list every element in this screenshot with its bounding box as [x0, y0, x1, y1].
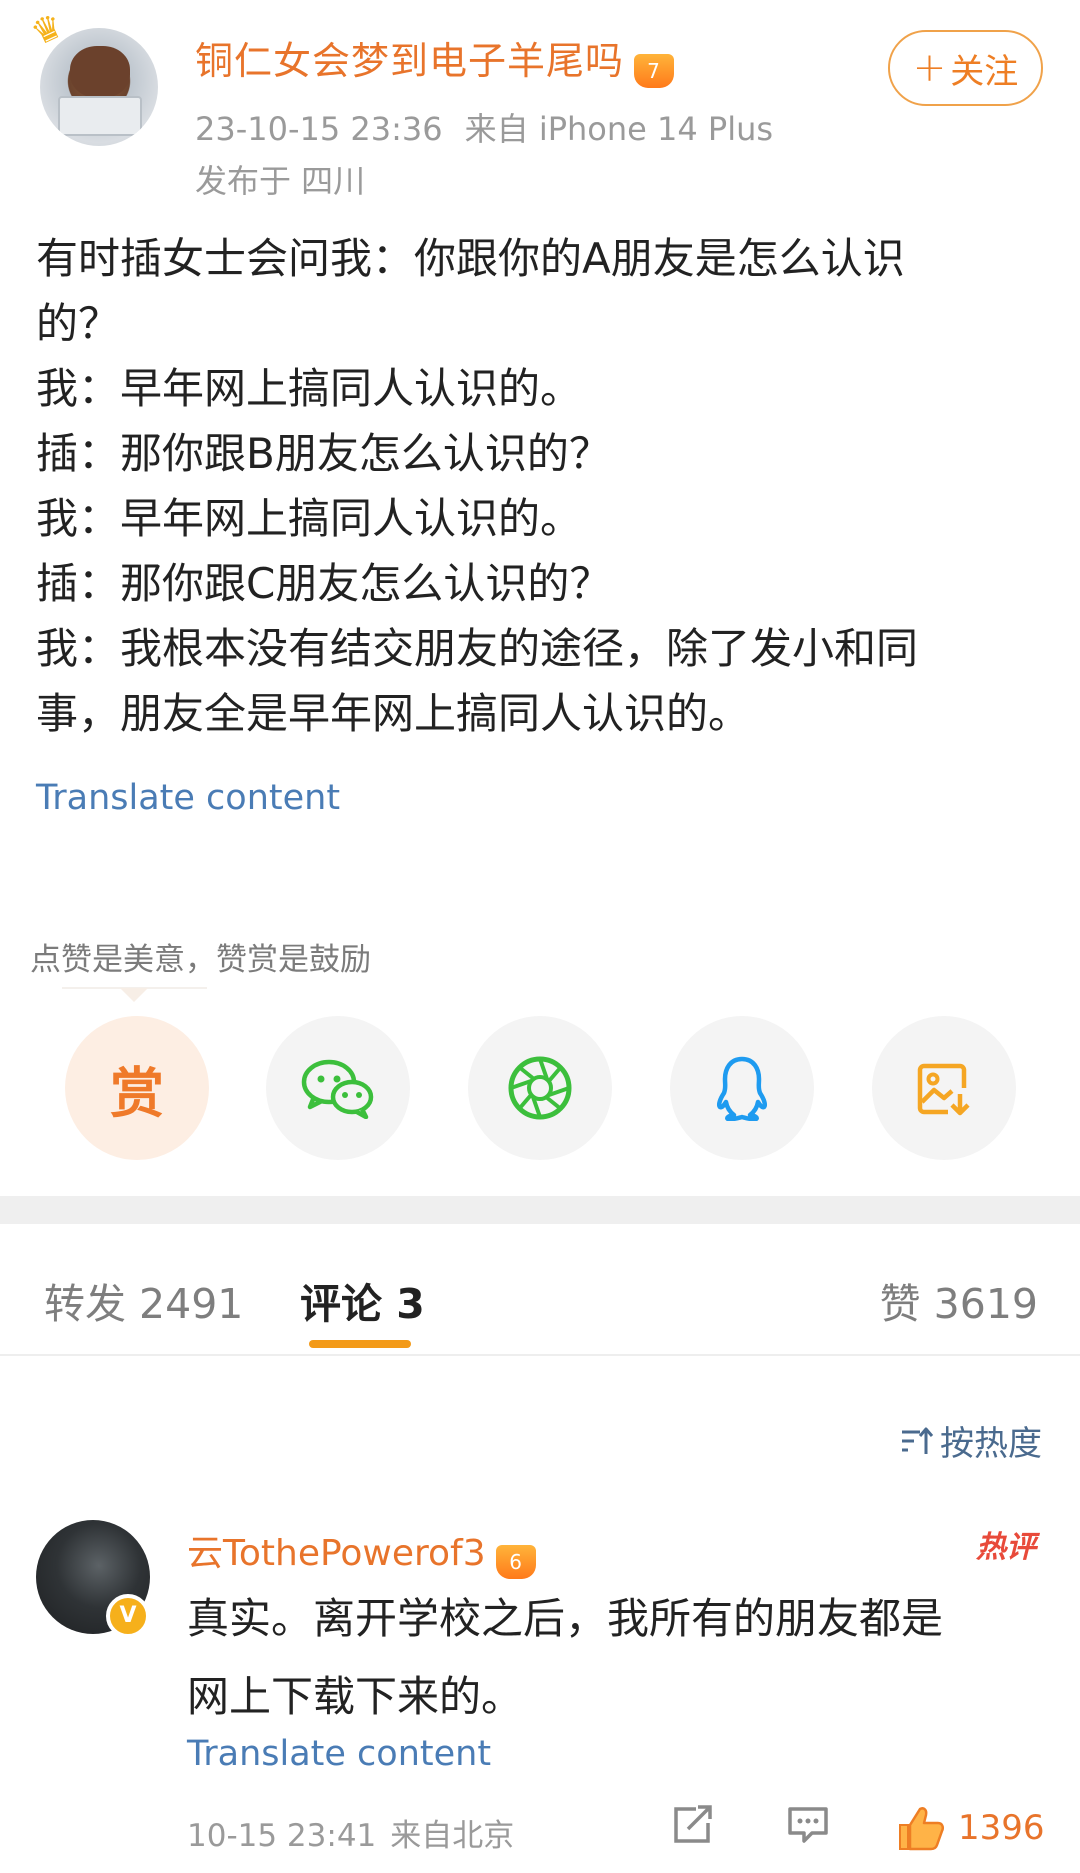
comment-time: 10-15 23:41: [187, 1818, 377, 1854]
reward-label: 赏: [110, 1061, 164, 1125]
wechat-icon: [301, 1059, 374, 1119]
post-line: 我：早年网上搞同人认识的。: [36, 494, 583, 543]
comment-share-button[interactable]: [672, 1805, 714, 1845]
hint-arrow-icon: [120, 988, 148, 1002]
save-image-button[interactable]: [872, 1016, 1016, 1160]
vip-badge-icon: 6: [495, 1545, 536, 1579]
comment-like-button[interactable]: 1396: [896, 1805, 1045, 1851]
share-icon: [674, 1805, 712, 1843]
share-moments-button[interactable]: [468, 1016, 612, 1160]
post-header: ♛ 铜仁女会梦到电子羊尾吗 7 23-10-15 23:36 来自 iPhone 1…: [0, 0, 1080, 200]
verified-badge-icon: V: [106, 1594, 150, 1638]
qq-icon: [716, 1056, 768, 1121]
translate-link[interactable]: Translate content: [36, 778, 340, 818]
active-tab-indicator: [309, 1340, 411, 1348]
author-name-text[interactable]: 铜仁女会梦到电子羊尾吗: [195, 39, 624, 83]
post-content: 有时插女士会问我：你跟你的A朋友是怎么认识 的？ 我：早年网上搞同人认识的。 插…: [36, 226, 1046, 746]
comment-line: 网上下载下来的。: [187, 1672, 524, 1721]
vip-badge-icon: 7: [634, 54, 675, 88]
comment-line: 真实。离开学校之后，我所有的朋友都是: [187, 1594, 944, 1643]
post-line: 事，朋友全是早年网上搞同人认识的。: [36, 689, 751, 738]
share-wechat-button[interactable]: [266, 1016, 410, 1160]
post-line: 我：我根本没有结交朋友的途径，除了发小和同: [36, 624, 919, 673]
tab-repost[interactable]: 转发 2491: [44, 1270, 243, 1330]
sort-button[interactable]: 按热度: [900, 1416, 1042, 1465]
hot-comment-tag: 热评: [976, 1530, 1036, 1565]
interaction-tabs: 转发 2491 评论 3 赞 3619: [0, 1224, 1080, 1356]
post-line: 有时插女士会问我：你跟你的A朋友是怎么认识: [36, 234, 905, 283]
author-name[interactable]: 铜仁女会梦到电子羊尾吗 7: [195, 30, 675, 88]
avatar-book: [58, 96, 142, 136]
section-divider: [0, 1196, 1080, 1224]
comment-meta: 10-15 23:41 来自北京: [187, 1810, 514, 1855]
avatar-bear: [70, 46, 130, 98]
share-qq-button[interactable]: [670, 1016, 814, 1160]
like-count: 1396: [958, 1808, 1045, 1848]
comment-translate-link[interactable]: Translate content: [187, 1734, 491, 1774]
sort-label: 按热度: [940, 1424, 1042, 1464]
reward-hint: 点赞是美意，赞赏是鼓励: [30, 942, 371, 978]
plus-icon: +: [912, 45, 947, 91]
post-time: 23-10-15 23:36: [195, 110, 443, 148]
sort-icon: [902, 1427, 934, 1454]
commenter-name[interactable]: 云TothePowerof3 6: [187, 1524, 536, 1579]
commenter-name-text[interactable]: 云TothePowerof3: [187, 1533, 486, 1574]
share-row: 赏: [0, 1016, 1080, 1160]
follow-label: 关注: [950, 51, 1019, 92]
post-source: 来自 iPhone 14 Plus: [464, 110, 774, 148]
post-line: 插：那你跟B朋友怎么认识的？: [36, 429, 611, 478]
post-line: 的？: [36, 299, 121, 348]
follow-button[interactable]: + 关注: [888, 30, 1043, 106]
post-location: 发布于 四川: [195, 162, 366, 200]
moments-icon: [508, 1056, 572, 1120]
tab-likes[interactable]: 赞 3619: [880, 1270, 1038, 1330]
post-line: 插：那你跟C朋友怎么认识的？: [36, 559, 612, 608]
save-image-icon: [917, 1063, 970, 1116]
post-line: 我：早年网上搞同人认识的。: [36, 364, 583, 413]
tab-comments[interactable]: 评论 3: [300, 1270, 425, 1330]
author-avatar[interactable]: ♛: [25, 5, 158, 146]
comment-text: 真实。离开学校之后，我所有的朋友都是 网上下载下来的。: [187, 1580, 1047, 1736]
comment-source: 来自北京: [390, 1818, 515, 1854]
thumbs-up-icon: [899, 1807, 945, 1851]
comment-icon: [788, 1807, 828, 1843]
post-meta: 23-10-15 23:36 来自 iPhone 14 Plus: [195, 104, 773, 150]
comment-reply-button[interactable]: [786, 1805, 830, 1845]
reward-button[interactable]: 赏: [65, 1016, 209, 1160]
